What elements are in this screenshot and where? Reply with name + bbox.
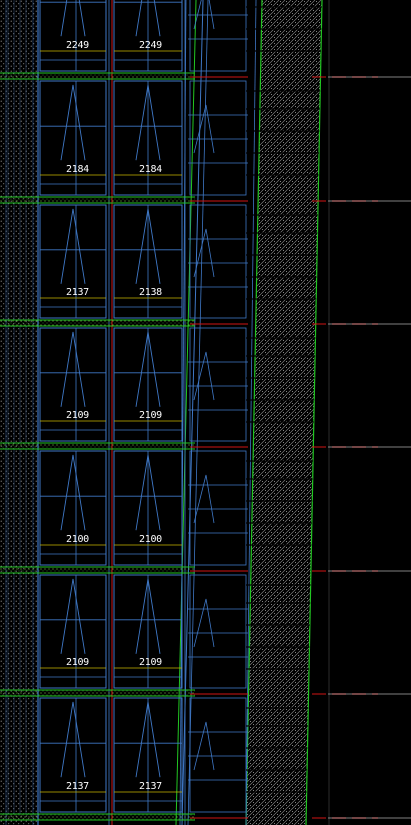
opening-symbol <box>60 84 86 161</box>
side-frame <box>189 204 247 319</box>
dimension-label: 2138 <box>139 287 162 298</box>
window-frame <box>39 574 107 689</box>
dimension-label: 2109 <box>139 410 162 421</box>
window-frame <box>39 327 107 442</box>
opening-symbol <box>60 454 86 531</box>
opening-symbol <box>193 104 215 154</box>
dimension-label: 2137 <box>66 781 89 792</box>
dimension-label: 2184 <box>139 164 162 175</box>
dimension-label: 2109 <box>139 657 162 668</box>
dimension-label: 2100 <box>66 534 89 545</box>
opening-symbol <box>193 598 215 648</box>
dimension-label: 2249 <box>66 40 89 51</box>
floor-slab <box>0 197 195 203</box>
floor-slab <box>0 73 195 79</box>
dimension-label: 2137 <box>66 287 89 298</box>
opening-symbol <box>60 0 86 37</box>
dimension-label: 2137 <box>139 781 162 792</box>
dimension-label: 2249 <box>139 40 162 51</box>
floor-modules <box>0 0 411 821</box>
opening-symbol <box>60 701 86 778</box>
window-frame <box>39 450 107 566</box>
side-frame <box>189 450 247 566</box>
opening-symbol <box>60 331 86 407</box>
static-structure <box>0 0 330 825</box>
opening-symbol <box>193 474 215 524</box>
side-frame <box>189 574 247 689</box>
hatched-facade-band <box>246 0 322 825</box>
floor-slab <box>0 443 195 449</box>
opening-symbol <box>193 351 215 401</box>
dimension-label: 2100 <box>139 534 162 545</box>
window-frame <box>39 80 107 196</box>
floor-slab <box>0 814 195 820</box>
opening-symbol <box>60 578 86 654</box>
floor-slab <box>0 320 195 326</box>
window-frame <box>39 204 107 319</box>
opening-symbol <box>193 0 215 30</box>
dimension-label: 2109 <box>66 657 89 668</box>
dimension-label: 2109 <box>66 410 89 421</box>
opening-symbol <box>60 208 86 284</box>
side-frame <box>189 697 247 813</box>
window-frame <box>39 697 107 813</box>
floor-slab <box>0 567 195 573</box>
dimension-label: 2184 <box>66 164 89 175</box>
slanted-wall-line <box>187 0 209 825</box>
floor-slab <box>0 690 195 696</box>
cad-elevation-drawing <box>0 0 411 825</box>
opening-symbol <box>193 721 215 771</box>
